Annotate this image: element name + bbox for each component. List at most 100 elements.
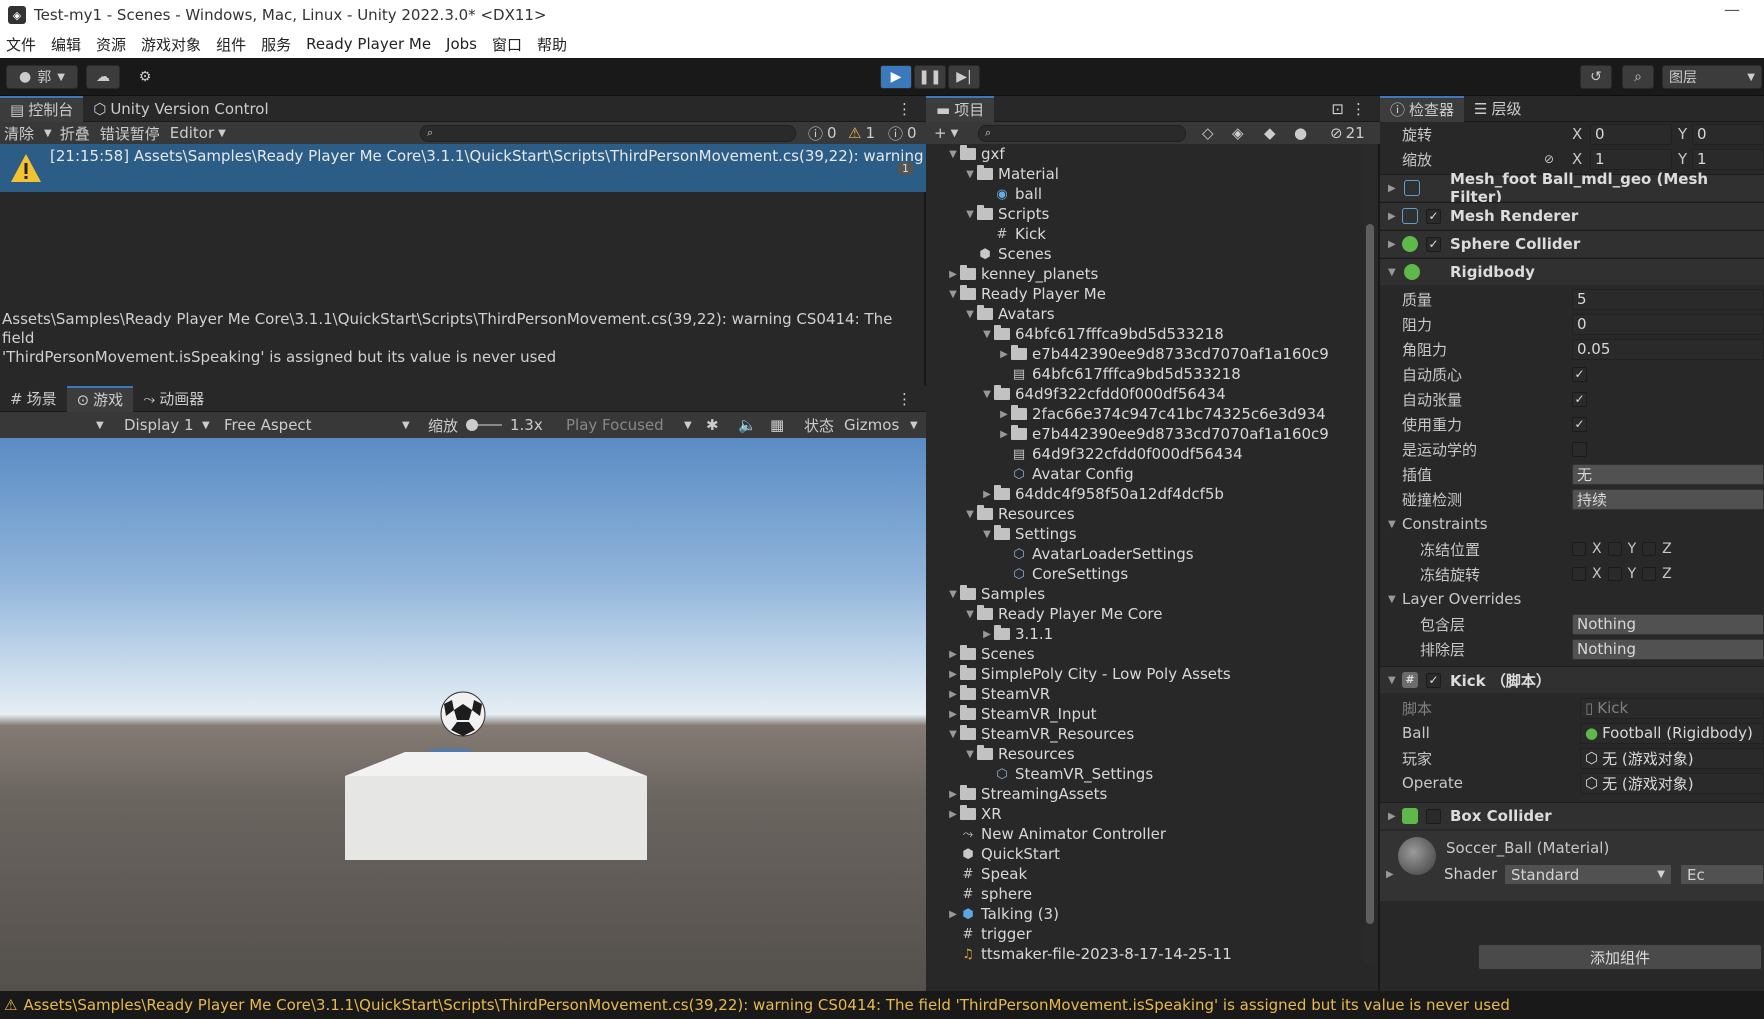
sphere-collider-header[interactable]: ▶ ✓ Sphere Collider (1380, 230, 1764, 257)
layer-overrides-foldout[interactable]: ▼ Layer Overrides (1380, 587, 1764, 611)
foldout-arrow-icon[interactable]: ▼ (980, 529, 994, 540)
auto-com-checkbox[interactable]: ✓ (1572, 366, 1587, 382)
foldout-arrow-icon[interactable]: ▼ (963, 169, 977, 180)
error-count-toggle[interactable]: ⓘ 0 (888, 123, 917, 144)
tree-item[interactable]: ▶ StreamingAssets (946, 784, 1107, 804)
foldout-arrow-icon[interactable]: ▼ (963, 609, 977, 620)
cloud-button[interactable]: ☁ (86, 65, 120, 89)
shader-edit-button[interactable]: Ec (1680, 864, 1764, 885)
tree-item[interactable]: ▶ 2fac66e374c947c41bc74325c6e3d934 (997, 404, 1326, 424)
game-viewport[interactable] (0, 438, 926, 991)
foldout-arrow-icon[interactable]: ▶ (946, 689, 960, 700)
foldout-arrow-icon[interactable]: ▶ (997, 409, 1011, 420)
lock-icon[interactable]: ⊡ (1331, 100, 1344, 118)
search-by-type-icon[interactable]: ◇ (1202, 124, 1214, 142)
tree-item[interactable]: ⬡ AvatarLoaderSettings (997, 544, 1193, 564)
foldout-arrow-icon[interactable]: ▼ (963, 749, 977, 760)
foldout-arrow-icon[interactable]: ▼ (946, 289, 960, 300)
shader-dropdown[interactable]: Standard ▼ (1504, 864, 1672, 885)
tree-item[interactable]: ▶ SteamVR (946, 684, 1050, 704)
foldout-arrow-icon[interactable]: ▶ (980, 489, 994, 500)
freeze-rot-y-checkbox[interactable] (1607, 567, 1622, 581)
foldout-arrow-icon[interactable]: ▼ (980, 329, 994, 340)
tree-item[interactable]: ▼ 64bfc617fffca9bd5d533218 (980, 324, 1224, 344)
tree-item[interactable]: ⤳ New Animator Controller (946, 824, 1166, 844)
tab-console[interactable]: ▤ 控制台 (0, 95, 84, 122)
exclude-layers-dropdown[interactable]: Nothing (1572, 638, 1764, 660)
tree-item[interactable]: ▼ Ready Player Me Core (963, 604, 1162, 624)
tree-item[interactable]: ▶ XR (946, 804, 1002, 824)
audio-mute-icon[interactable]: 🔈 (738, 416, 757, 434)
freeze-rot-z-checkbox[interactable] (1642, 567, 1657, 581)
tree-item[interactable]: # sphere (946, 884, 1033, 904)
tab-animator[interactable]: ⤳ 动画器 (133, 386, 214, 412)
game-view-dropdown-icon[interactable]: ▼ (96, 420, 104, 431)
scale-x-field[interactable]: 1 (1590, 148, 1672, 170)
layers-dropdown[interactable]: 图层 ▼ (1662, 65, 1762, 89)
operate-field[interactable]: ⬡ 无 (游戏对象) (1580, 772, 1764, 794)
tree-item[interactable]: # trigger (946, 924, 1032, 944)
rigidbody-header[interactable]: ▼ Rigidbody (1380, 258, 1764, 285)
stats-button[interactable]: 状态 (804, 415, 834, 436)
tree-item[interactable]: ▶ SimplePoly City - Low Poly Assets (946, 664, 1231, 684)
link-icon[interactable]: ⊘ (1544, 152, 1554, 166)
tree-item[interactable]: ▼ 64d9f322cfdd0f000df56434 (980, 384, 1226, 404)
play-button[interactable]: ▶ (880, 65, 912, 89)
sphere-collider-enabled-checkbox[interactable]: ✓ (1426, 236, 1441, 252)
collapse-button[interactable]: 折叠 (60, 123, 90, 144)
collab-button[interactable]: ⚙ (130, 65, 160, 89)
bug-icon[interactable]: ✱ (706, 416, 719, 434)
tree-item[interactable]: ▶ kenney_planets (946, 264, 1098, 284)
clear-button[interactable]: 清除 (4, 123, 34, 144)
status-bar[interactable]: ⚠ Assets\Samples\Ready Player Me Core\3.… (0, 991, 1764, 1019)
add-asset-button[interactable]: + (934, 124, 947, 142)
include-layers-dropdown[interactable]: Nothing (1572, 613, 1764, 635)
history-button[interactable]: ↺ (1580, 65, 1612, 89)
kick-enabled-checkbox[interactable]: ✓ (1426, 672, 1441, 688)
freeze-rotation-checkboxes[interactable]: X Y Z (1572, 566, 1672, 582)
tree-item[interactable]: ▶ e7b442390ee9d8733cd7070af1a160c9 (997, 424, 1329, 444)
tab-scene[interactable]: # 场景 (0, 386, 67, 412)
mesh-renderer-enabled-checkbox[interactable]: ✓ (1426, 208, 1441, 224)
auto-tensor-checkbox[interactable]: ✓ (1572, 391, 1587, 407)
warning-count-toggle[interactable]: ⚠ 1 (848, 124, 875, 142)
console-log-entry-selected[interactable]: [21:15:58] Assets\Samples\Ready Player M… (0, 144, 926, 192)
play-mode-dropdown[interactable]: Play Focused (566, 416, 664, 434)
menu-component[interactable]: 组件 (216, 34, 246, 55)
foldout-arrow-icon[interactable]: ▶ (946, 709, 960, 720)
tab-inspector[interactable]: ⓘ 检查器 (1380, 95, 1465, 122)
foldout-arrow-icon[interactable]: ▶ (997, 349, 1011, 360)
menu-jobs[interactable]: Jobs (446, 35, 477, 53)
scrollbar-thumb[interactable] (1366, 224, 1374, 924)
foldout-arrow-icon[interactable]: ▶ (946, 669, 960, 680)
alert-icon[interactable]: ● (1294, 124, 1307, 142)
foldout-arrow-icon[interactable]: ▼ (946, 589, 960, 600)
tree-item[interactable]: ⬢ QuickStart (946, 844, 1060, 864)
tree-item[interactable]: ▶ e7b442390ee9d8733cd7070af1a160c9 (997, 344, 1329, 364)
collision-detection-dropdown[interactable]: 持续 (1572, 488, 1764, 510)
gizmos-button[interactable]: Gizmos (844, 416, 899, 434)
tree-item[interactable]: ▼ Avatars (963, 304, 1055, 324)
expand-arrow-icon[interactable]: ▶ (1386, 869, 1394, 880)
display-dropdown[interactable]: Display 1 (124, 416, 194, 434)
tree-item[interactable]: ▶ SteamVR_Input (946, 704, 1096, 724)
rotation-x-field[interactable]: 0 (1590, 123, 1672, 145)
player-field[interactable]: ⬡ 无 (游戏对象) (1580, 747, 1764, 769)
more-menu-icon[interactable]: ⋮ (897, 390, 912, 408)
foldout-arrow-icon[interactable]: ▼ (963, 309, 977, 320)
box-collider-enabled-checkbox[interactable] (1426, 808, 1441, 824)
expand-arrow-icon[interactable]: ▶ (1388, 211, 1396, 222)
constraints-foldout[interactable]: ▼ Constraints (1380, 512, 1764, 536)
tab-game[interactable]: ⊙ 游戏 (66, 385, 134, 412)
tree-item[interactable]: ▶ Scenes (946, 644, 1035, 664)
project-scrollbar[interactable] (1364, 144, 1376, 964)
expand-arrow-icon[interactable]: ▶ (1388, 811, 1396, 822)
expand-arrow-icon[interactable]: ▶ (1388, 239, 1396, 250)
mesh-filter-header[interactable]: ▶ Mesh_foot Ball_mdl_geo (Mesh Filter) (1380, 170, 1764, 206)
ball-field[interactable]: ● Football (Rigidbody) (1580, 722, 1764, 744)
menu-window[interactable]: 窗口 (492, 34, 522, 55)
tree-item[interactable]: # Speak (946, 864, 1028, 884)
scale-slider-handle[interactable] (466, 419, 478, 431)
collapse-arrow-icon[interactable]: ▼ (1388, 675, 1396, 686)
hidden-packages-toggle[interactable]: ⊘ 21 (1330, 124, 1365, 142)
